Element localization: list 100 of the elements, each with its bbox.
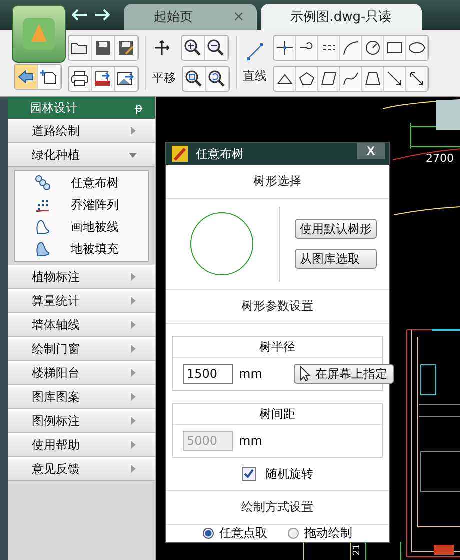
close-button[interactable]: X xyxy=(357,143,385,159)
circle-preview-icon xyxy=(190,212,254,276)
submenu-item[interactable]: 地被填充 xyxy=(15,238,148,260)
new-page-button[interactable] xyxy=(38,65,61,89)
caret-right-icon xyxy=(129,273,137,281)
caret-right-icon xyxy=(129,127,137,135)
pdf-export-button[interactable] xyxy=(92,66,115,90)
zoom-previous-button[interactable] xyxy=(206,66,229,90)
dot-grid-icon xyxy=(35,197,51,213)
dialog-button[interactable]: 从图库选取 xyxy=(295,249,377,269)
redo-icon[interactable] xyxy=(94,9,110,21)
cursor-icon xyxy=(299,366,312,382)
submenu-item[interactable]: 乔灌阵列 xyxy=(15,194,148,216)
outline-shape-icon xyxy=(35,219,51,235)
arc-icon xyxy=(342,40,360,56)
drawing-mark: 21 xyxy=(352,544,363,556)
menu-item[interactable]: 道路绘制 xyxy=(8,119,155,143)
menu-item[interactable]: 绿化种植 xyxy=(8,143,155,167)
cad-arc xyxy=(392,148,460,160)
checkbox[interactable] xyxy=(242,467,256,481)
trapezoid-icon xyxy=(364,70,382,86)
radius-field[interactable]: 1500 xyxy=(183,364,233,384)
pdf-export-icon xyxy=(94,70,112,86)
pan-icon[interactable] xyxy=(153,40,171,56)
checkbox-label: 随机旋转 xyxy=(266,466,314,482)
circle-icon xyxy=(364,40,382,56)
polyline-button[interactable] xyxy=(274,36,296,60)
submenu-item[interactable]: 画地被线 xyxy=(15,216,148,238)
pan-label: 平移 xyxy=(152,70,176,87)
zoom-in-button[interactable] xyxy=(182,36,205,60)
panel-title: 园林设计 xyxy=(30,100,78,116)
document-tab[interactable]: 起始页 × xyxy=(124,4,257,30)
crosshair-icon xyxy=(276,40,294,56)
zoom-window-icon xyxy=(185,70,203,88)
zoom-out-button[interactable] xyxy=(205,36,228,60)
dialog-button[interactable]: 使用默认树形 xyxy=(295,219,377,239)
dialog-title: 任意布树 xyxy=(196,146,245,162)
caret-right-icon xyxy=(129,297,137,305)
line-icon[interactable] xyxy=(246,43,264,61)
triangle-button[interactable] xyxy=(274,66,296,90)
double-arrow-icon xyxy=(408,70,426,86)
print-button[interactable] xyxy=(69,66,92,90)
menu-item[interactable]: 绘制门窗 xyxy=(8,337,155,361)
group-heading: 树间距 xyxy=(173,404,382,425)
back-button[interactable] xyxy=(15,65,38,89)
image-export-button[interactable] xyxy=(115,66,138,90)
menu-item[interactable]: 意见反馈 xyxy=(8,457,155,481)
caret-right-icon xyxy=(129,345,137,353)
image-export-icon xyxy=(117,70,135,86)
radio-label: 拖动绘制 xyxy=(304,525,352,542)
ellipse-icon xyxy=(408,40,426,56)
caret-right-icon xyxy=(129,321,137,329)
caret-right-icon xyxy=(129,417,137,425)
pin-button[interactable]: ᵽ xyxy=(134,101,143,115)
menu-item[interactable]: 使用帮助 xyxy=(8,433,155,457)
caret-right-icon xyxy=(129,393,137,401)
zoom-in-icon xyxy=(184,38,202,56)
caret-right-icon xyxy=(129,465,137,473)
menu-item[interactable]: 图例标注 xyxy=(8,409,155,433)
cad-line xyxy=(400,542,402,560)
printer-icon xyxy=(71,70,89,86)
radio-label: 任意点取 xyxy=(220,525,268,542)
zoom-window-button[interactable] xyxy=(183,66,206,90)
section-heading: 绘制方式设置 xyxy=(166,490,389,525)
caret-right-icon xyxy=(129,441,137,449)
cad-arc xyxy=(394,206,460,216)
menu-item[interactable]: 植物标注 xyxy=(8,265,155,289)
submenu-item[interactable]: 任意布树 xyxy=(15,172,148,194)
curve-icon xyxy=(342,70,360,86)
pick-on-screen-button[interactable]: 在屏幕上指定 xyxy=(294,364,394,384)
cad-block xyxy=(436,100,460,130)
menu-item[interactable]: 算量统计 xyxy=(8,289,155,313)
menu-item[interactable]: 墙体轴线 xyxy=(8,313,155,337)
app-logo-button[interactable] xyxy=(12,5,66,63)
unit-label: mm xyxy=(239,434,262,448)
unit-label: mm xyxy=(239,367,262,381)
floppy-pencil-icon xyxy=(117,40,135,56)
section-heading: 树形选择 xyxy=(166,165,389,199)
dimension-label: 2700 xyxy=(426,152,454,165)
ellipse-button[interactable] xyxy=(406,36,428,60)
menu-item[interactable]: 图库图案 xyxy=(8,385,155,409)
group-heading: 树半径 xyxy=(173,337,382,358)
zoom-out-icon xyxy=(207,38,225,56)
zoom-previous-icon xyxy=(208,70,226,88)
filled-shape-icon xyxy=(35,241,51,257)
menu-item[interactable]: 楼梯阳台 xyxy=(8,361,155,385)
back-arrow-icon xyxy=(17,69,35,85)
circles-icon xyxy=(35,175,51,191)
radio-button[interactable] xyxy=(202,528,214,539)
section-heading: 树形参数设置 xyxy=(166,290,389,324)
undo-icon[interactable] xyxy=(72,9,88,21)
line-label: 直线 xyxy=(243,68,267,85)
document-tab[interactable]: 示例图.dwg-只读 xyxy=(260,4,422,30)
radio-button[interactable] xyxy=(288,528,298,539)
open-button[interactable] xyxy=(69,36,92,60)
arrow-icon xyxy=(386,70,404,86)
cad-line xyxy=(350,542,352,560)
caret-down-icon xyxy=(129,151,137,159)
parallelogram-icon xyxy=(320,70,338,86)
rectangle-icon xyxy=(386,40,404,56)
